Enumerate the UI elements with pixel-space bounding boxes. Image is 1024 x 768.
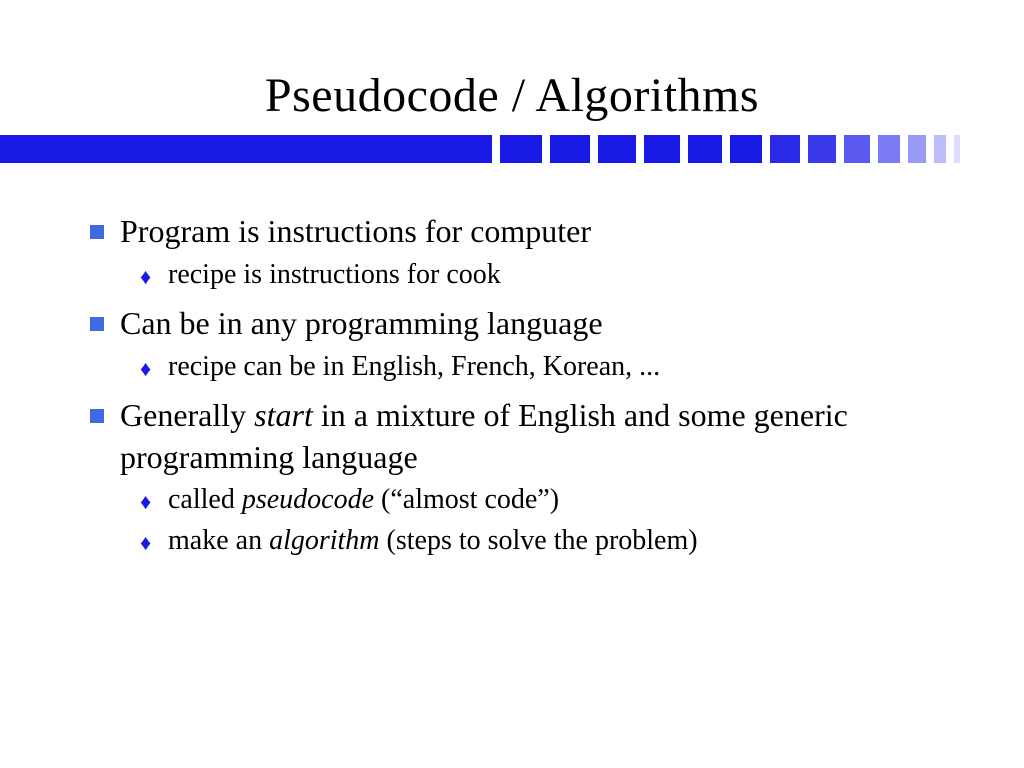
- square-bullet-icon: [90, 317, 104, 331]
- sub-bullet-item: ♦ recipe is instructions for cook: [140, 257, 964, 293]
- text-fragment: (steps to solve the problem): [380, 525, 698, 556]
- text-fragment: make an: [168, 525, 269, 556]
- sub-bullet-text: recipe is instructions for cook: [168, 257, 501, 293]
- decor-block: [500, 135, 542, 163]
- square-bullet-icon: [90, 225, 104, 239]
- bullet-group: Generally start in a mixture of English …: [90, 395, 964, 559]
- decor-block: [688, 135, 722, 163]
- text-fragment: algorithm: [269, 525, 379, 556]
- decor-block: [808, 135, 836, 163]
- diamond-bullet-icon: ♦: [140, 492, 154, 512]
- diamond-bullet-icon: ♦: [140, 533, 154, 553]
- sub-bullet-item: ♦ recipe can be in English, French, Korea…: [140, 349, 964, 385]
- bullet-item: Generally start in a mixture of English …: [90, 395, 964, 478]
- decor-block: [644, 135, 680, 163]
- text-fragment: pseudocode: [242, 484, 374, 515]
- slide-title: Pseudocode / Algorithms: [0, 0, 1024, 135]
- decor-block: [550, 135, 590, 163]
- diamond-bullet-icon: ♦: [140, 359, 154, 379]
- sub-bullet-text: make an algorithm (steps to solve the pr…: [168, 523, 698, 559]
- decor-block: [878, 135, 900, 163]
- sub-bullet-text: called pseudocode (“almost code”): [168, 482, 559, 518]
- decor-solid: [0, 135, 492, 163]
- slide-content: Program is instructions for computer ♦ rec…: [0, 211, 1024, 559]
- text-fragment: (“almost code”): [374, 484, 559, 515]
- square-bullet-icon: [90, 409, 104, 423]
- bullet-item: Can be in any programming language: [90, 303, 964, 345]
- decor-block: [844, 135, 870, 163]
- bullet-text: Program is instructions for computer: [120, 211, 591, 253]
- sub-bullet-item: ♦ called pseudocode (“almost code”): [140, 482, 964, 518]
- sub-bullet-item: ♦ make an algorithm (steps to solve the p…: [140, 523, 964, 559]
- decor-block: [730, 135, 762, 163]
- diamond-bullet-icon: ♦: [140, 267, 154, 287]
- sub-bullet-text: recipe can be in English, French, Korean…: [168, 349, 660, 385]
- decor-block: [908, 135, 926, 163]
- decor-bar: [0, 135, 1024, 163]
- text-fragment: start: [254, 397, 313, 433]
- bullet-group: Program is instructions for computer ♦ rec…: [90, 211, 964, 293]
- bullet-text: Can be in any programming language: [120, 303, 603, 345]
- bullet-group: Can be in any programming language ♦ recip…: [90, 303, 964, 385]
- decor-block: [598, 135, 636, 163]
- text-fragment: Generally: [120, 397, 254, 433]
- text-fragment: called: [168, 484, 242, 515]
- decor-block: [934, 135, 946, 163]
- decor-block: [954, 135, 960, 163]
- bullet-text: Generally start in a mixture of English …: [120, 395, 964, 478]
- decor-block: [770, 135, 800, 163]
- bullet-item: Program is instructions for computer: [90, 211, 964, 253]
